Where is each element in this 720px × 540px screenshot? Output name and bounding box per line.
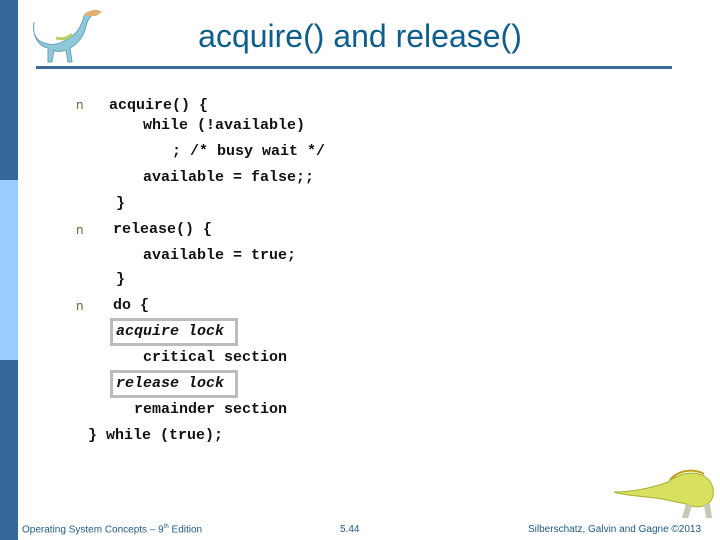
dinosaur-footer-icon	[613, 469, 714, 518]
code-line: }	[116, 271, 126, 288]
footer-page-number: 5.44	[340, 524, 360, 535]
code-line: release() {	[113, 221, 213, 238]
code-line: remainder section	[134, 401, 288, 418]
code-line: } while (true);	[88, 427, 224, 444]
left-sidebar-highlight	[0, 180, 18, 360]
footer-book-title: Operating System Concepts – 9th Edition	[22, 524, 202, 535]
code-line: available = true;	[143, 247, 297, 264]
footer-book-suffix: Edition	[168, 524, 203, 536]
bullet-marker: n	[76, 98, 84, 112]
code-line: acquire() {	[109, 97, 209, 114]
code-line: critical section	[143, 349, 288, 366]
code-line: }	[116, 195, 126, 212]
code-line-release-lock: release lock	[116, 375, 225, 392]
code-line: ; /* busy wait */	[172, 143, 326, 160]
bullet-marker: n	[76, 299, 84, 313]
bullet-marker: n	[76, 223, 84, 237]
code-line-acquire-lock: acquire lock	[116, 323, 225, 340]
code-line: while (!available)	[143, 117, 306, 134]
code-line: do {	[113, 297, 150, 314]
slide-title: acquire() and release()	[198, 18, 522, 54]
footer-copyright: Silberschatz, Galvin and Gagne ©2013	[528, 524, 702, 535]
header-rule	[36, 66, 672, 69]
code-line: available = false;;	[143, 169, 315, 186]
footer-book-text: Operating System Concepts – 9	[22, 524, 164, 536]
